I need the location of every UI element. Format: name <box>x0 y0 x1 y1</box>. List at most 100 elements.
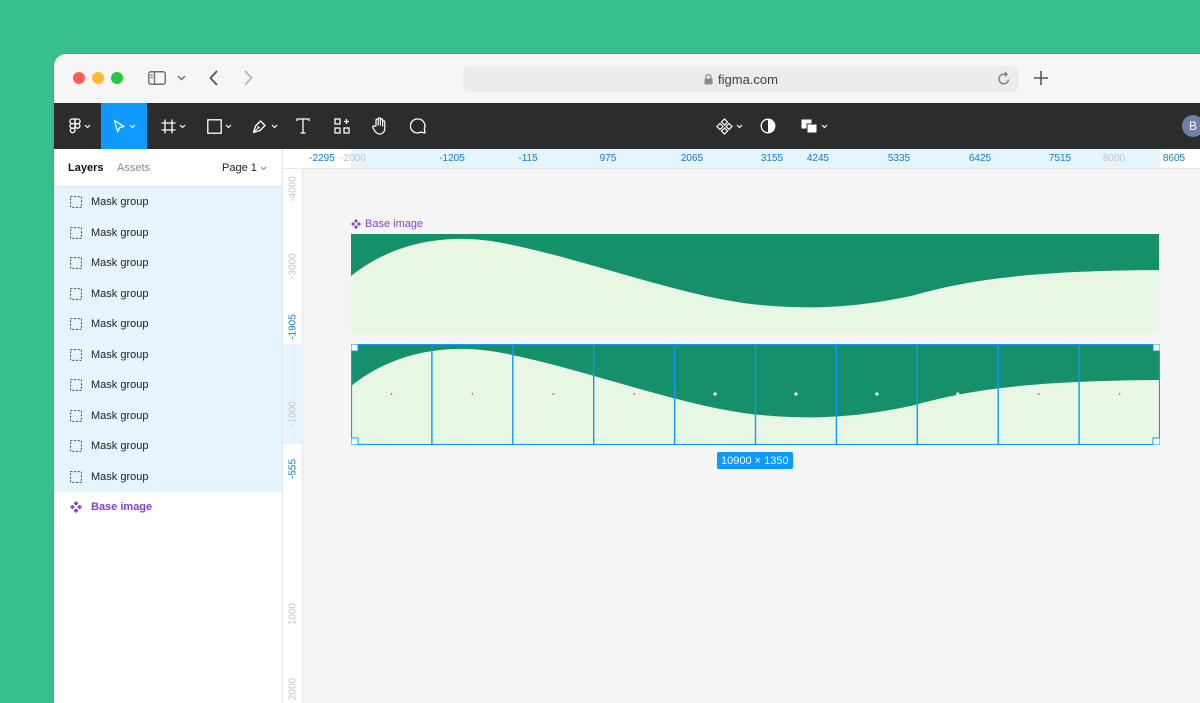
ruler-label: 1000 <box>287 602 299 626</box>
page-selector[interactable]: Page 1 <box>222 162 267 174</box>
chevron-down-icon <box>260 166 267 170</box>
layer-row[interactable]: Mask group <box>54 339 282 370</box>
layer-row[interactable]: Mask group <box>54 278 282 309</box>
panel-tabs: Layers Assets Page 1 <box>54 149 282 187</box>
address-bar[interactable]: figma.com <box>463 66 1019 92</box>
ruler-label: 4245 <box>806 153 830 164</box>
selection-size-badge: 10900 × 1350 <box>717 452 793 469</box>
reload-icon[interactable] <box>997 71 1011 86</box>
layer-row[interactable]: Mask group <box>54 309 282 340</box>
layer-name: Mask group <box>91 318 149 331</box>
left-ruler: -4000 -3000 -1905 -1000 -555 1000 2000 <box>283 169 303 703</box>
mask-center-point <box>471 393 474 395</box>
ruler-label: 8605 <box>1162 153 1186 164</box>
tab-layers[interactable]: Layers <box>68 162 103 174</box>
create-component-button[interactable] <box>709 103 749 149</box>
figma-menu-icon <box>69 117 81 133</box>
ruler-label: -555 <box>287 458 299 480</box>
page-name: Page 1 <box>222 162 257 174</box>
mask-group-icon <box>70 409 82 425</box>
frame-tool-button[interactable] <box>152 103 194 149</box>
url-text: figma.com <box>718 71 778 87</box>
layer-name: Mask group <box>91 409 149 422</box>
chevron-down-icon <box>736 124 742 128</box>
mask-center-point <box>552 393 555 395</box>
lock-icon <box>704 73 713 84</box>
contrast-icon <box>760 118 776 134</box>
close-window-button[interactable] <box>73 72 85 84</box>
hand-tool-button[interactable] <box>366 103 392 149</box>
move-tool-icon <box>113 119 125 132</box>
new-tab-plus-icon[interactable] <box>1030 66 1052 90</box>
ruler-label: 2065 <box>680 153 704 164</box>
layer-name: Mask group <box>91 470 149 483</box>
resize-handle[interactable] <box>351 344 359 352</box>
mask-center-point <box>633 393 636 395</box>
frame-label[interactable]: Base image <box>351 218 423 230</box>
layer-row[interactable]: Mask group <box>54 431 282 462</box>
pen-tool-button[interactable] <box>244 103 286 149</box>
boolean-icon <box>801 119 817 133</box>
comment-tool-button[interactable] <box>405 103 431 149</box>
layer-row[interactable]: Mask group <box>54 217 282 248</box>
mask-group-icon <box>70 379 82 394</box>
ruler-label: -115 <box>518 153 538 164</box>
minimize-window-button[interactable] <box>92 72 104 84</box>
move-tool-button[interactable] <box>101 103 147 149</box>
layer-list: Mask group Mask group Mask group Mask group… <box>54 187 282 523</box>
mask-group-icon <box>70 287 82 303</box>
chevron-down-icon <box>84 124 91 128</box>
ruler-label: 8000 <box>1102 153 1126 164</box>
mask-group-icon <box>70 470 82 486</box>
ruler-label: -1205 <box>439 153 465 164</box>
ruler-label: 5335 <box>887 153 911 164</box>
text-tool-button[interactable] <box>290 103 316 149</box>
layer-name: Mask group <box>91 257 149 270</box>
component-icon <box>351 219 361 229</box>
mask-center-point <box>390 393 393 395</box>
layer-row-component[interactable]: Base image <box>54 492 282 523</box>
layer-row[interactable]: Mask group <box>54 400 282 431</box>
base-image-artwork[interactable] <box>351 234 1159 334</box>
ruler-label: 3155 <box>760 153 784 164</box>
chevron-down-icon <box>271 124 278 128</box>
back-icon[interactable] <box>204 66 224 90</box>
ruler-label: -1905 <box>287 314 299 340</box>
mask-group-icon <box>70 440 82 455</box>
boolean-groups-button[interactable] <box>794 103 834 149</box>
layers-panel: Layers Assets Page 1 Mask group Mask grou… <box>54 149 283 703</box>
ruler-label: -2295 <box>309 153 335 164</box>
browser-chrome: figma.com <box>54 54 1200 103</box>
resize-handle[interactable] <box>1152 437 1160 445</box>
forward-icon[interactable] <box>238 66 258 90</box>
maximize-window-button[interactable] <box>111 72 123 84</box>
hand-tool-icon <box>371 117 385 135</box>
layer-name: Mask group <box>91 196 149 209</box>
mask-group-icon <box>70 196 82 211</box>
layer-row[interactable]: Mask group <box>54 187 282 218</box>
resources-button[interactable] <box>329 103 355 149</box>
layer-row[interactable]: Mask group <box>54 370 282 401</box>
ruler-label: 7515 <box>1048 153 1072 164</box>
ruler-label: 6425 <box>968 153 992 164</box>
text-tool-icon <box>296 118 310 134</box>
resize-handle[interactable] <box>1152 344 1160 352</box>
chevron-down-icon[interactable] <box>174 66 188 90</box>
tab-assets[interactable]: Assets <box>117 162 150 174</box>
shape-tool-button[interactable] <box>198 103 240 149</box>
chevron-down-icon <box>179 124 185 128</box>
resize-handle[interactable] <box>351 437 359 445</box>
component-icon <box>715 117 733 135</box>
main-menu-button[interactable] <box>60 103 100 149</box>
browser-window: figma.com B Layers Assets Page 1 Mask gr… <box>54 54 1200 703</box>
layer-row[interactable]: Mask group <box>54 248 282 279</box>
mask-center-point <box>794 392 798 396</box>
layer-row[interactable]: Mask group <box>54 461 282 492</box>
canvas[interactable]: Base image 10900 × 1350 <box>303 169 1200 703</box>
mask-center-point <box>1037 393 1040 395</box>
sidebar-toggle-icon[interactable] <box>146 66 168 90</box>
use-as-mask-button[interactable] <box>755 103 781 149</box>
ruler-selection-range <box>351 149 1160 168</box>
avatar[interactable]: B <box>1182 115 1200 137</box>
mask-groups-selection[interactable] <box>351 344 1160 445</box>
